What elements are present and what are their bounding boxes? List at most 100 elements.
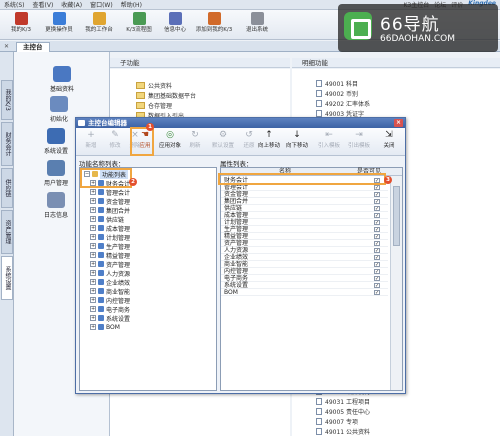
tree-item[interactable]: + 成本管理 bbox=[90, 224, 130, 233]
expand-icon[interactable]: + bbox=[90, 324, 96, 330]
sub-function-item[interactable]: 集团基础数据平台 bbox=[136, 91, 196, 100]
menu-window[interactable]: 窗口(W) bbox=[90, 0, 113, 9]
scrollbar-thumb[interactable] bbox=[393, 186, 400, 246]
visible-checkbox[interactable]: ✓ bbox=[374, 227, 380, 233]
switch-user-button[interactable]: 更换操作员 bbox=[40, 12, 78, 38]
visible-checkbox[interactable]: ✓ bbox=[374, 199, 380, 205]
close-tab-icon[interactable]: ✕ bbox=[4, 43, 12, 50]
import-template-button[interactable]: ⇤ 引入模板 bbox=[314, 130, 344, 154]
close-button[interactable]: ⇲ 关闭 bbox=[376, 130, 402, 154]
sub-function-item[interactable]: 仓存管理 bbox=[136, 101, 172, 110]
visible-checkbox[interactable]: ✓ bbox=[374, 206, 380, 212]
menu-view[interactable]: 查看(V) bbox=[33, 0, 54, 9]
refresh-button[interactable]: ↻ 刷新 bbox=[182, 130, 208, 154]
visible-checkbox[interactable]: ✓ bbox=[374, 276, 380, 282]
tree-item[interactable]: + 计划管理 bbox=[90, 233, 130, 242]
menu-help[interactable]: 帮助(H) bbox=[121, 0, 142, 9]
grid-row[interactable]: 生产管理 ✓ bbox=[221, 226, 388, 233]
module-log-info[interactable]: 日志信息 bbox=[44, 192, 68, 219]
expand-icon[interactable]: + bbox=[90, 198, 96, 204]
tree-item[interactable]: + 内控管理 bbox=[90, 296, 130, 305]
visible-checkbox[interactable]: ✓ bbox=[374, 283, 380, 289]
visible-checkbox[interactable]: ✓ bbox=[374, 213, 380, 219]
move-down-button[interactable]: ↓ 向下移动 bbox=[282, 130, 312, 154]
expand-icon[interactable]: + bbox=[90, 279, 96, 285]
expand-icon[interactable]: + bbox=[90, 306, 96, 312]
grid-row[interactable]: 管理会计 ✓ bbox=[221, 184, 388, 191]
visible-checkbox[interactable]: ✓ bbox=[374, 269, 380, 275]
expand-icon[interactable]: + bbox=[90, 270, 96, 276]
grid-row[interactable]: BOM ✓ bbox=[221, 289, 388, 296]
visible-checkbox[interactable]: ✓ bbox=[374, 255, 380, 261]
grid-scrollbar[interactable] bbox=[390, 176, 402, 390]
detail-item[interactable]: 49031 工程项目 bbox=[316, 397, 370, 406]
expand-icon[interactable]: + bbox=[90, 315, 96, 321]
expand-icon[interactable]: + bbox=[90, 297, 96, 303]
flowchart-button[interactable]: K/3流程图 bbox=[120, 12, 158, 38]
add-to-my-k3-button[interactable]: 添加到我的K/3 bbox=[192, 12, 236, 38]
tree-item[interactable]: + 生产管理 bbox=[90, 242, 130, 251]
grid-row[interactable]: 资产管理 ✓ bbox=[221, 240, 388, 247]
visible-checkbox[interactable]: ✓ bbox=[374, 262, 380, 268]
grid-row[interactable]: 供应链 ✓ bbox=[221, 205, 388, 212]
move-up-button[interactable]: ↑ 向上移动 bbox=[254, 130, 284, 154]
menu-favorites[interactable]: 收藏(A) bbox=[61, 0, 82, 9]
vtab-supply-chain[interactable]: 供应链 bbox=[1, 168, 13, 208]
detail-item[interactable]: 49002 币别 bbox=[316, 89, 358, 98]
detail-item[interactable]: 49202 汇率体系 bbox=[316, 99, 370, 108]
expand-icon[interactable]: + bbox=[90, 234, 96, 240]
visible-checkbox[interactable]: ✓ bbox=[374, 290, 380, 296]
tree-item[interactable]: + 资产管理 bbox=[90, 260, 130, 269]
grid-row[interactable]: 电子商务 ✓ bbox=[221, 275, 388, 282]
grid-row[interactable]: 集团合并 ✓ bbox=[221, 198, 388, 205]
visible-checkbox[interactable]: ✓ bbox=[374, 192, 380, 198]
expand-icon[interactable]: + bbox=[90, 261, 96, 267]
vtab-my-k3[interactable]: 我的K/3 bbox=[1, 80, 13, 120]
new-button[interactable]: + 新增 bbox=[78, 130, 104, 154]
tree-item[interactable]: + 精益管理 bbox=[90, 251, 130, 260]
grid-row[interactable]: 人力资源 ✓ bbox=[221, 247, 388, 254]
grid-row[interactable]: 精益管理 ✓ bbox=[221, 233, 388, 240]
expand-icon[interactable]: + bbox=[90, 243, 96, 249]
export-template-button[interactable]: ⇥ 引出模板 bbox=[344, 130, 374, 154]
detail-item[interactable]: 49011 公共资料 bbox=[316, 427, 370, 436]
expand-icon[interactable]: + bbox=[90, 252, 96, 258]
grid-row[interactable]: 成本管理 ✓ bbox=[221, 212, 388, 219]
detail-item[interactable]: 49001 科目 bbox=[316, 79, 358, 88]
expand-icon[interactable]: + bbox=[90, 225, 96, 231]
grid-row[interactable]: 计划管理 ✓ bbox=[221, 219, 388, 226]
sub-function-item[interactable]: 公共资料 bbox=[136, 81, 172, 90]
grid-row[interactable]: 内控管理 ✓ bbox=[221, 268, 388, 275]
visible-checkbox[interactable]: ✓ bbox=[374, 234, 380, 240]
module-initialization[interactable]: 初始化 bbox=[50, 96, 68, 123]
vtab-asset-mgmt[interactable]: 资产管理 bbox=[1, 210, 13, 254]
message-center-button[interactable]: 信息中心 bbox=[156, 12, 194, 38]
visible-checkbox[interactable]: ✓ bbox=[374, 220, 380, 226]
expand-icon[interactable]: + bbox=[90, 288, 96, 294]
tree-item[interactable]: + 供应链 bbox=[90, 215, 124, 224]
tree-item[interactable]: + 系统设置 bbox=[90, 314, 130, 323]
tree-item[interactable]: + 资金管理 bbox=[90, 197, 130, 206]
grid-row[interactable]: 企业绩效 ✓ bbox=[221, 254, 388, 261]
expand-icon[interactable]: + bbox=[90, 189, 96, 195]
tree-item[interactable]: + 人力资源 bbox=[90, 269, 130, 278]
vtab-finance[interactable]: 财务会计 bbox=[1, 122, 13, 166]
tree-item[interactable]: + BOM bbox=[90, 323, 120, 331]
expand-icon[interactable]: + bbox=[90, 216, 96, 222]
tree-item[interactable]: + 管理会计 bbox=[90, 188, 130, 197]
tab-main-console[interactable]: 主控台 bbox=[16, 42, 50, 52]
tree-item[interactable]: + 企业绩效 bbox=[90, 278, 130, 287]
tree-item[interactable]: + 集团合并 bbox=[90, 206, 130, 215]
detail-item[interactable]: 49005 责任中心 bbox=[316, 407, 370, 416]
tree-item[interactable]: + 商业智能 bbox=[90, 287, 130, 296]
exit-system-button[interactable]: 退出系统 bbox=[238, 12, 276, 38]
menu-system[interactable]: 系统(S) bbox=[4, 0, 25, 9]
default-settings-button[interactable]: ⚙ 默认设置 bbox=[208, 130, 238, 154]
module-basic-data[interactable]: 基础资料 bbox=[50, 66, 74, 93]
expand-icon[interactable]: + bbox=[90, 207, 96, 213]
my-k3-button[interactable]: 我的K/3 bbox=[2, 12, 40, 38]
grid-row[interactable]: 商业智能 ✓ bbox=[221, 261, 388, 268]
detail-item[interactable]: 49007 专项 bbox=[316, 417, 358, 426]
grid-row[interactable]: 系统设置 ✓ bbox=[221, 282, 388, 289]
module-system-settings[interactable]: 系统设置 bbox=[44, 128, 68, 155]
